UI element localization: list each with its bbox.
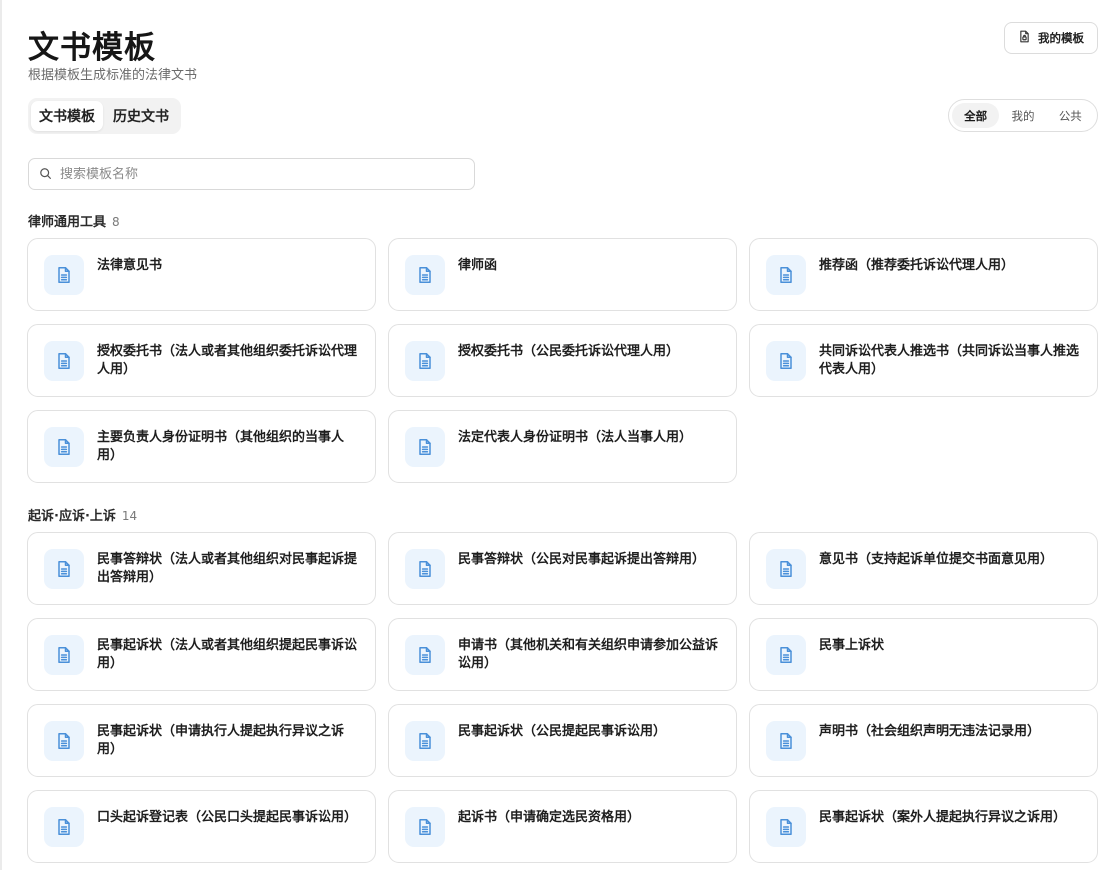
filter-public[interactable]: 公共 [1047,103,1094,128]
template-card-title: 民事起诉状（公民提起民事诉讼用） [458,724,667,739]
document-icon [766,721,806,761]
template-card[interactable]: 推荐函（推荐委托诉讼代理人用） [749,238,1098,311]
document-icon [405,721,445,761]
template-card[interactable]: 民事起诉状（申请执行人提起执行异议之诉用） [27,704,376,777]
search-box [28,158,475,190]
page-title: 文书模板 [28,30,156,66]
document-icon [44,255,84,295]
template-card-title: 意见书（支持起诉单位提交书面意见用） [819,552,1054,567]
template-card-title: 口头起诉登记表（公民口头提起民事诉讼用） [97,810,358,825]
template-card[interactable]: 法定代表人身份证明书（法人当事人用） [388,410,737,483]
document-icon [44,807,84,847]
section-heading-lawyer-tools: 律师通用工具 8 [28,211,120,230]
document-icon [766,341,806,381]
template-card[interactable]: 申请书（其他机关和有关组织申请参加公益诉讼用） [388,618,737,691]
document-icon [44,721,84,761]
document-icon [405,255,445,295]
template-card-title: 授权委托书（公民委托诉讼代理人用） [458,344,680,359]
template-card-title: 声明书（社会组织声明无违法记录用） [819,724,1041,739]
template-card[interactable]: 共同诉讼代表人推选书（共同诉讼当事人推选代表人用） [749,324,1098,397]
template-file-icon [1018,30,1031,46]
search-input[interactable] [60,166,440,182]
template-card-title: 主要负责人身份证明书（其他组织的当事人用） [97,430,345,463]
template-card-title: 法定代表人身份证明书（法人当事人用） [458,430,693,445]
template-grid-litigation: 民事答辩状（法人或者其他组织对民事起诉提出答辩用） 民事答辩状（公民对民事起诉提出… [27,532,1098,863]
template-card[interactable]: 主要负责人身份证明书（其他组织的当事人用） [27,410,376,483]
filter-mine[interactable]: 我的 [999,103,1046,128]
tab-history-documents[interactable]: 历史文书 [105,101,177,131]
template-card-title: 民事上诉状 [819,638,885,653]
template-card[interactable]: 法律意见书 [27,238,376,311]
template-card-title: 民事答辩状（法人或者其他组织对民事起诉提出答辩用） [97,552,358,585]
filter-all[interactable]: 全部 [952,103,1000,128]
template-card-title: 民事答辩状（公民对民事起诉提出答辩用） [458,552,706,567]
my-templates-label: 我的模板 [1038,31,1084,45]
document-icon [44,341,84,381]
template-card-title: 申请书（其他机关和有关组织申请参加公益诉讼用） [458,638,719,671]
section-count: 8 [112,215,120,229]
template-card-title: 共同诉讼代表人推选书（共同诉讼当事人推选代表人用） [819,344,1080,377]
document-icon [405,635,445,675]
section-heading-litigation: 起诉·应诉·上诉 14 [28,505,137,524]
document-icon [766,255,806,295]
document-icon [44,549,84,589]
template-card[interactable]: 授权委托书（公民委托诉讼代理人用） [388,324,737,397]
template-card[interactable]: 民事起诉状（法人或者其他组织提起民事诉讼用） [27,618,376,691]
template-card-title: 推荐函（推荐委托诉讼代理人用） [819,258,1015,273]
template-card[interactable]: 起诉书（申请确定选民资格用） [388,790,737,863]
my-templates-button[interactable]: 我的模板 [1004,22,1098,54]
document-icon [766,549,806,589]
document-icon [766,635,806,675]
page-subtitle: 根据模板生成标准的法律文书 [28,68,198,83]
document-icon [405,427,445,467]
document-icon [405,341,445,381]
document-icon [44,427,84,467]
template-card[interactable]: 民事答辩状（法人或者其他组织对民事起诉提出答辩用） [27,532,376,605]
template-card[interactable]: 民事起诉状（公民提起民事诉讼用） [388,704,737,777]
section-title: 起诉·应诉·上诉 [28,509,116,524]
left-divider [0,0,2,870]
template-card-title: 起诉书（申请确定选民资格用） [458,810,641,825]
template-card[interactable]: 声明书（社会组织声明无违法记录用） [749,704,1098,777]
template-card[interactable]: 意见书（支持起诉单位提交书面意见用） [749,532,1098,605]
document-icon [405,549,445,589]
document-icon [405,807,445,847]
template-card-title: 民事起诉状（法人或者其他组织提起民事诉讼用） [97,638,358,671]
template-card[interactable]: 民事答辩状（公民对民事起诉提出答辩用） [388,532,737,605]
document-icon [44,635,84,675]
template-grid-lawyer-tools: 法律意见书 律师函 推荐函（推荐委托诉讼代理人用） 授权委托书（法人或者其他组织委托诉… [27,238,1098,483]
template-card-title: 律师函 [458,258,498,273]
tab-document-templates[interactable]: 文书模板 [31,101,103,131]
ownership-filter: 全部 我的 公共 [948,99,1098,132]
template-card[interactable]: 律师函 [388,238,737,311]
template-card-title: 民事起诉状（申请执行人提起执行异议之诉用） [97,724,345,757]
template-card-title: 法律意见书 [97,258,163,273]
section-count: 14 [121,509,138,523]
template-card[interactable]: 口头起诉登记表（公民口头提起民事诉讼用） [27,790,376,863]
template-card-title: 民事起诉状（案外人提起执行异议之诉用） [819,810,1067,825]
view-tabs: 文书模板 历史文书 [28,98,181,134]
template-card[interactable]: 民事起诉状（案外人提起执行异议之诉用） [749,790,1098,863]
section-title: 律师通用工具 [28,215,107,230]
template-card[interactable]: 民事上诉状 [749,618,1098,691]
search-icon [39,165,60,184]
document-icon [766,807,806,847]
template-card-title: 授权委托书（法人或者其他组织委托诉讼代理人用） [97,344,358,377]
template-card[interactable]: 授权委托书（法人或者其他组织委托诉讼代理人用） [27,324,376,397]
